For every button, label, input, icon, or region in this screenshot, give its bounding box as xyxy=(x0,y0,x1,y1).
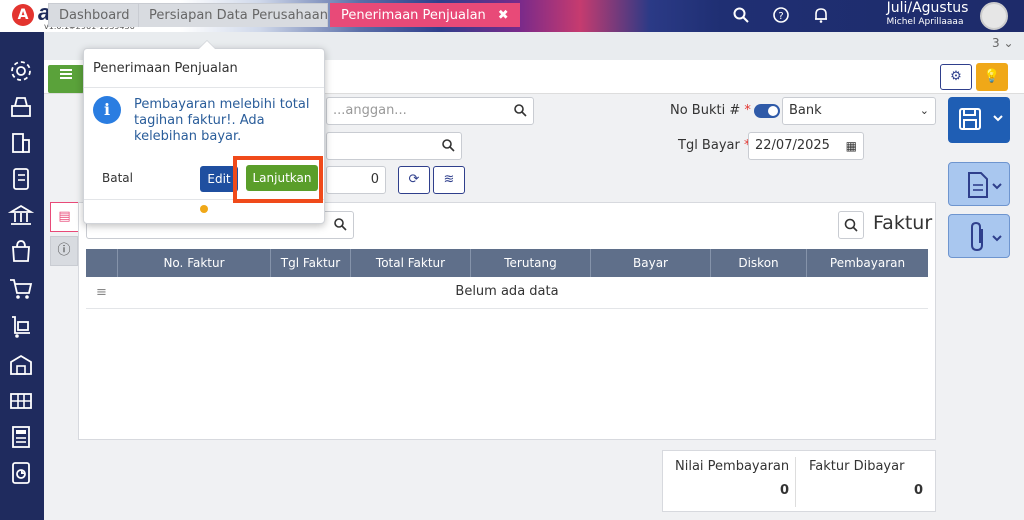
amount-input[interactable]: 0 xyxy=(326,166,386,194)
search-icon xyxy=(334,218,347,231)
svg-text:?: ? xyxy=(778,11,783,22)
attachment-button[interactable] xyxy=(948,214,1010,258)
bank-account-input[interactable] xyxy=(326,132,462,160)
ledger-icon[interactable] xyxy=(8,166,36,194)
auto-number-toggle[interactable] xyxy=(754,104,780,118)
document-icon xyxy=(968,172,1002,198)
warehouse-icon[interactable] xyxy=(8,352,36,380)
chevron-down-icon: ⌄ xyxy=(919,104,929,117)
nilai-pembayaran-value: 0 xyxy=(779,483,789,498)
save-icon xyxy=(959,108,1003,130)
column-diskon[interactable]: Diskon xyxy=(710,249,806,277)
tax-icon[interactable] xyxy=(8,424,36,452)
search-icon[interactable] xyxy=(732,6,750,24)
detail-tab-info[interactable]: ⓘ xyxy=(50,236,78,266)
search-icon xyxy=(844,218,858,232)
gear-icon: ⚙ xyxy=(950,69,962,84)
highlight-annotation xyxy=(233,156,323,203)
cart-icon[interactable] xyxy=(8,276,36,304)
tab-dashboard[interactable]: Dashboard xyxy=(48,3,141,27)
summary-divider xyxy=(795,457,796,507)
bank-icon[interactable] xyxy=(7,202,36,230)
bell-icon[interactable] xyxy=(812,6,830,24)
faktur-dibayar-label: Faktur Dibayar xyxy=(809,459,905,474)
tgl-bayar-input[interactable]: 22/07/2025 ▦ xyxy=(748,132,864,160)
tips-button[interactable]: 💡 xyxy=(976,63,1008,91)
cancel-button[interactable]: Batal xyxy=(102,171,133,185)
sidebar xyxy=(0,32,44,520)
payment-summary: Nilai Pembayaran 0 Faktur Dibayar 0 xyxy=(662,450,936,512)
list-icon xyxy=(60,69,72,79)
paperclip-icon xyxy=(971,221,1002,252)
tgl-bayar-text: Tgl Bayar xyxy=(678,138,740,153)
tab-penerimaan-penjualan[interactable]: Penerimaan Penjualan ✖ xyxy=(330,3,520,27)
detail-tab-faktur[interactable]: ▤ xyxy=(50,202,78,232)
tab-persiapan-data[interactable]: Persiapan Data Perusahaan xyxy=(138,3,328,27)
step-indicator-dot xyxy=(200,205,208,213)
column-no-faktur[interactable]: No. Faktur xyxy=(117,249,270,277)
column-pembayaran[interactable]: Pembayaran xyxy=(806,249,928,277)
document-icon: ▤ xyxy=(58,209,71,224)
tgl-bayar-value: 22/07/2025 xyxy=(755,138,830,153)
faktur-dibayar-value: 0 xyxy=(913,483,923,498)
calendar-icon[interactable]: ▦ xyxy=(846,133,857,159)
save-button[interactable] xyxy=(948,97,1010,143)
user-name[interactable]: Michel Aprillaaaa xyxy=(870,17,980,27)
no-bukti-value: Bank xyxy=(789,103,822,118)
tgl-bayar-label: Tgl Bayar * xyxy=(678,138,750,153)
shopping-bag-icon[interactable] xyxy=(8,238,36,266)
info-icon: i xyxy=(93,96,121,124)
popover-title: Penerimaan Penjualan xyxy=(93,61,238,76)
faktur-table-header: No. Faktur Tgl Faktur Total Faktur Terut… xyxy=(86,249,928,277)
refresh-icon: ⟳ xyxy=(408,172,420,187)
stack-button[interactable]: ≋ xyxy=(433,166,465,194)
no-bukti-select[interactable]: Bank ⌄ xyxy=(782,97,936,125)
inbox-icon[interactable] xyxy=(8,94,36,122)
avatar[interactable] xyxy=(980,2,1008,30)
print-button[interactable] xyxy=(948,162,1010,206)
search-icon xyxy=(442,139,455,152)
no-bukti-label: No Bukti # * xyxy=(670,103,751,118)
popover-divider xyxy=(84,87,324,88)
faktur-search-button[interactable] xyxy=(838,211,864,239)
building-icon[interactable] xyxy=(8,130,36,158)
search-icon xyxy=(514,104,527,117)
refresh-button[interactable]: ⟳ xyxy=(398,166,430,194)
popover-message: Pembayaran melebihi total tagihan faktur… xyxy=(134,97,310,144)
required-mark: * xyxy=(744,103,751,118)
help-icon[interactable]: ? xyxy=(772,6,790,24)
info-icon: ⓘ xyxy=(57,243,71,258)
table-row: ≡ Belum ada data xyxy=(86,277,928,309)
trolley-icon[interactable] xyxy=(8,314,36,342)
customer-placeholder: ...anggan... xyxy=(333,103,407,118)
customer-search-input[interactable]: ...anggan... xyxy=(326,97,534,125)
column-tgl-faktur[interactable]: Tgl Faktur xyxy=(270,249,350,277)
faktur-title: Faktur xyxy=(873,212,933,234)
logo-mark-icon: A xyxy=(12,4,34,26)
close-icon[interactable]: ✖ xyxy=(498,8,509,23)
report-icon[interactable] xyxy=(8,460,36,488)
settings-icon[interactable] xyxy=(8,58,36,86)
settings-button[interactable]: ⚙ xyxy=(940,64,972,90)
tab-count[interactable]: 3 ⌄ xyxy=(992,36,1022,50)
empty-state-text: Belum ada data xyxy=(455,284,559,299)
accounting-period[interactable]: Juli/Agustus xyxy=(880,0,975,16)
column-terutang[interactable]: Terutang xyxy=(470,249,590,277)
lightbulb-icon: 💡 xyxy=(983,69,1001,84)
tab-count-value: 3 xyxy=(992,36,1000,50)
no-bukti-text: No Bukti # xyxy=(670,103,741,118)
inventory-icon[interactable] xyxy=(8,388,36,416)
nilai-pembayaran-label: Nilai Pembayaran xyxy=(675,459,790,474)
tab-label: Penerimaan Penjualan xyxy=(341,8,486,23)
column-bayar[interactable]: Bayar xyxy=(590,249,710,277)
column-handle xyxy=(86,249,117,277)
list-button[interactable] xyxy=(48,65,84,93)
column-total-faktur[interactable]: Total Faktur xyxy=(350,249,470,277)
layers-icon: ≋ xyxy=(443,172,455,187)
